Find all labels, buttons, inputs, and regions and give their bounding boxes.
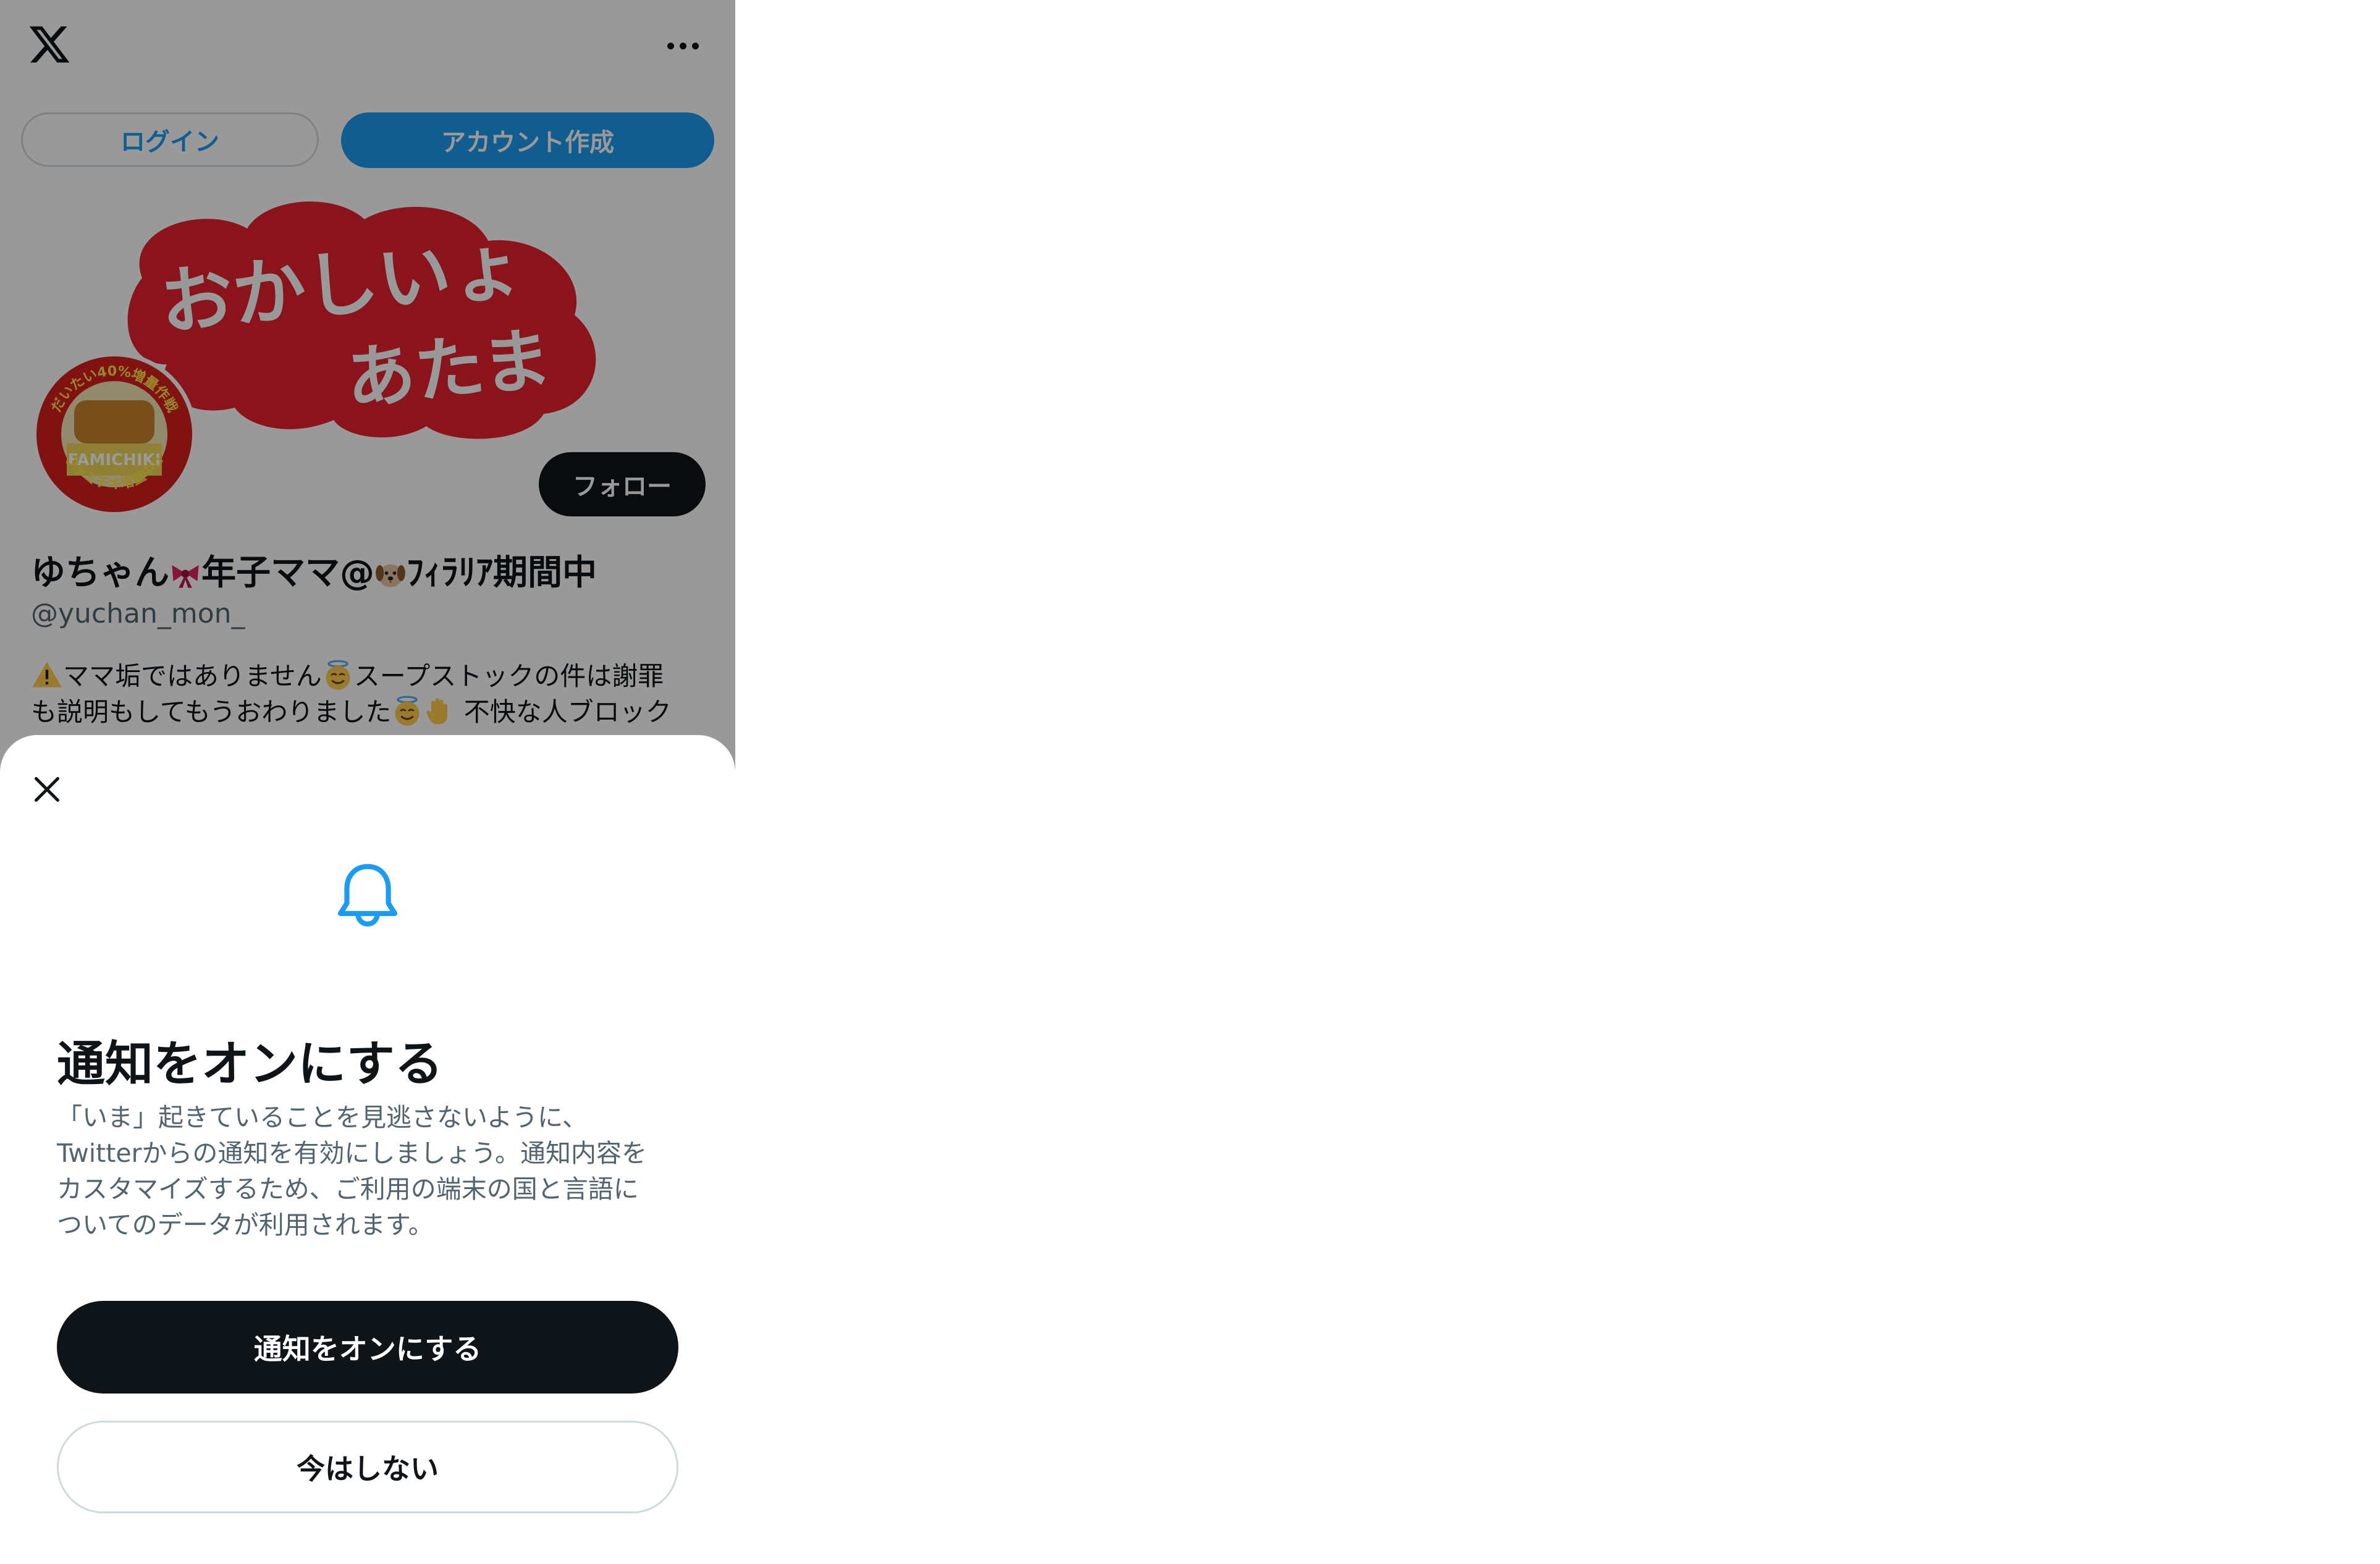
not-now-button[interactable]: 今はしない [57,1421,678,1513]
description-line: 「いま」起きていることを見逃さないように、 [57,1103,588,1132]
close-icon[interactable] [28,771,65,808]
sheet-description: 「いま」起きていることを見逃さないように、 Twitterからの通知を有効にしま… [57,1099,687,1243]
enable-notifications-button[interactable]: 通知をオンにする [57,1301,678,1394]
description-line: ついてのデータが利用されます。 [57,1210,434,1240]
description-line: Twitterからの通知を有効にしましょう。通知内容を [57,1138,647,1168]
sheet-title: 通知をオンにする [57,1036,443,1092]
profile-app: ログイン アカウント作成 おかしいょ あたま FAMICHIKI だいたい40%… [0,0,735,1564]
notification-prompt-sheet: 通知をオンにする 「いま」起きていることを見逃さないように、 Twitterから… [0,735,735,1564]
description-line: カスタマイズするため、ご利用の端末の国と言語に [57,1174,639,1204]
bell-icon [337,864,398,927]
